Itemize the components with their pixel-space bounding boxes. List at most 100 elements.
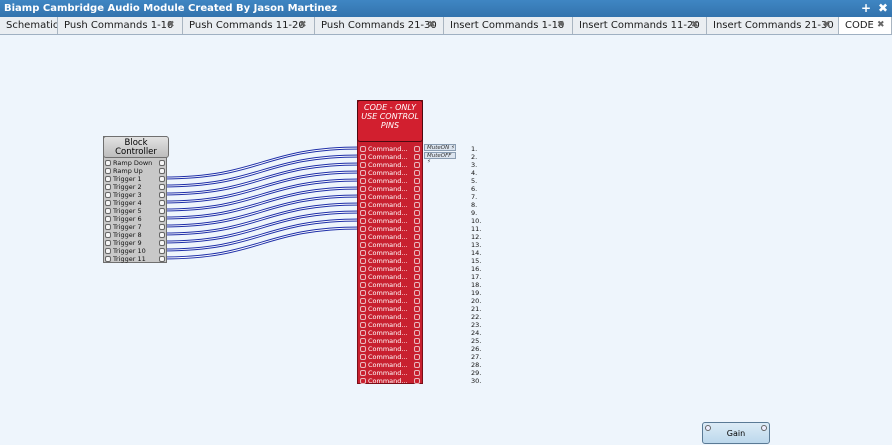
output-pin[interactable] [159, 184, 165, 190]
output-pin[interactable] [414, 322, 420, 328]
input-pin[interactable] [360, 202, 366, 208]
input-pin[interactable] [105, 232, 111, 238]
input-pin[interactable] [360, 154, 366, 160]
input-pin[interactable] [360, 370, 366, 376]
output-pin[interactable] [414, 210, 420, 216]
gain-block[interactable]: Gain [702, 422, 770, 444]
output-pin[interactable] [159, 248, 165, 254]
tab-schematic[interactable]: Schematic [0, 17, 58, 34]
output-pin[interactable] [414, 242, 420, 248]
gain-pin[interactable] [761, 425, 767, 431]
input-pin[interactable] [360, 322, 366, 328]
input-pin[interactable] [360, 330, 366, 336]
mute-flag[interactable]: MuteOFF ⚡ [424, 152, 456, 165]
output-pin[interactable] [414, 274, 420, 280]
input-pin[interactable] [360, 266, 366, 272]
output-pin[interactable] [414, 362, 420, 368]
input-pin[interactable] [360, 162, 366, 168]
close-tab-icon[interactable]: ✖ [691, 17, 699, 34]
input-pin[interactable] [360, 282, 366, 288]
input-pin[interactable] [360, 298, 366, 304]
input-pin[interactable] [360, 306, 366, 312]
input-pin[interactable] [360, 194, 366, 200]
tab-insert-21-30[interactable]: Insert Commands 21-30 ✖ [707, 17, 839, 34]
block-controller[interactable]: Block Controller Ramp Down Ramp Up Trigger… [103, 136, 169, 263]
input-pin[interactable] [360, 210, 366, 216]
input-pin[interactable] [105, 192, 111, 198]
input-pin[interactable] [360, 346, 366, 352]
input-pin[interactable] [360, 362, 366, 368]
tab-insert-11-20[interactable]: Insert Commands 11-20 ✖ [573, 17, 707, 34]
input-pin[interactable] [105, 256, 111, 262]
output-pin[interactable] [159, 232, 165, 238]
close-tab-icon[interactable]: ✖ [167, 17, 175, 34]
output-pin[interactable] [414, 186, 420, 192]
output-pin[interactable] [414, 234, 420, 240]
input-pin[interactable] [360, 274, 366, 280]
output-pin[interactable] [414, 266, 420, 272]
close-icon[interactable]: ✖ [877, 0, 889, 17]
input-pin[interactable] [105, 184, 111, 190]
tab-insert-1-10[interactable]: Insert Commands 1-10 ✖ [444, 17, 573, 34]
input-pin[interactable] [105, 240, 111, 246]
output-pin[interactable] [414, 194, 420, 200]
input-pin[interactable] [360, 258, 366, 264]
output-pin[interactable] [414, 306, 420, 312]
output-pin[interactable] [414, 298, 420, 304]
output-pin[interactable] [414, 338, 420, 344]
input-pin[interactable] [360, 170, 366, 176]
output-pin[interactable] [414, 250, 420, 256]
output-pin[interactable] [414, 226, 420, 232]
mute-flag[interactable]: MuteON ⚡ [424, 144, 456, 151]
add-icon[interactable]: + [860, 0, 872, 17]
tab-code[interactable]: CODE ✖ [839, 17, 892, 34]
output-pin[interactable] [159, 176, 165, 182]
gain-pin[interactable] [705, 425, 711, 431]
close-tab-icon[interactable]: ✖ [823, 17, 831, 34]
output-pin[interactable] [414, 330, 420, 336]
output-pin[interactable] [414, 378, 420, 384]
input-pin[interactable] [360, 146, 366, 152]
output-pin[interactable] [414, 370, 420, 376]
tab-push-21-30[interactable]: Push Commands 21-30 ✖ [315, 17, 444, 34]
input-pin[interactable] [360, 218, 366, 224]
output-pin[interactable] [159, 216, 165, 222]
output-pin[interactable] [159, 160, 165, 166]
output-pin[interactable] [414, 314, 420, 320]
input-pin[interactable] [360, 378, 366, 384]
output-pin[interactable] [414, 218, 420, 224]
output-pin[interactable] [414, 178, 420, 184]
close-tab-icon[interactable]: ✖ [428, 17, 436, 34]
output-pin[interactable] [414, 290, 420, 296]
output-pin[interactable] [414, 154, 420, 160]
output-pin[interactable] [159, 200, 165, 206]
input-pin[interactable] [105, 208, 111, 214]
output-pin[interactable] [414, 202, 420, 208]
output-pin[interactable] [159, 224, 165, 230]
output-pin[interactable] [414, 146, 420, 152]
tab-push-11-20[interactable]: Push Commands 11-20 ✖ [183, 17, 315, 34]
input-pin[interactable] [105, 224, 111, 230]
input-pin[interactable] [360, 226, 366, 232]
input-pin[interactable] [360, 290, 366, 296]
input-pin[interactable] [360, 234, 366, 240]
input-pin[interactable] [360, 186, 366, 192]
output-pin[interactable] [159, 208, 165, 214]
input-pin[interactable] [105, 216, 111, 222]
input-pin[interactable] [360, 314, 366, 320]
output-pin[interactable] [414, 258, 420, 264]
output-pin[interactable] [159, 168, 165, 174]
close-tab-icon[interactable]: ✖ [299, 17, 307, 34]
input-pin[interactable] [105, 248, 111, 254]
input-pin[interactable] [360, 338, 366, 344]
output-pin[interactable] [414, 170, 420, 176]
input-pin[interactable] [360, 242, 366, 248]
output-pin[interactable] [159, 256, 165, 262]
close-tab-icon[interactable]: ✖ [557, 17, 565, 34]
output-pin[interactable] [414, 346, 420, 352]
output-pin[interactable] [414, 282, 420, 288]
output-pin[interactable] [159, 192, 165, 198]
output-pin[interactable] [414, 354, 420, 360]
input-pin[interactable] [360, 250, 366, 256]
code-block[interactable]: CODE - ONLY USE CONTROL PINS Command... C… [357, 100, 423, 385]
